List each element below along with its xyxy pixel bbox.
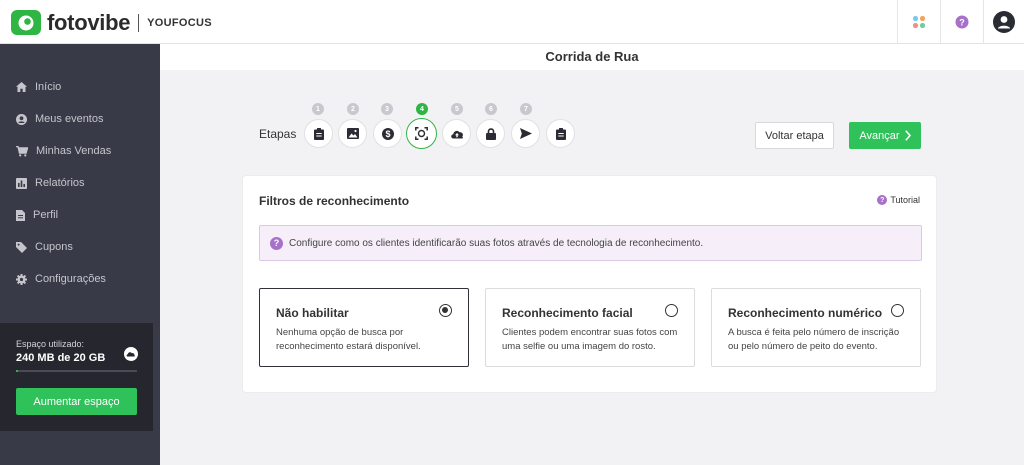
next-step-button[interactable]: Avançar	[849, 122, 921, 149]
cloud-upload-icon	[124, 347, 138, 361]
sidebar-nav: Início Meus eventos Minhas Vendas Relató…	[0, 71, 160, 295]
sidebar-item-label: Configurações	[35, 273, 106, 285]
user-avatar-icon	[993, 11, 1015, 33]
option-facial-recognition[interactable]: Reconhecimento facial Clientes podem enc…	[485, 288, 695, 367]
option-title: Reconhecimento facial	[502, 306, 633, 320]
step-number-6: 6	[485, 103, 497, 115]
profile-doc-icon	[16, 209, 25, 221]
option-description: Nenhuma opção de busca por reconheciment…	[276, 327, 421, 352]
cart-icon	[16, 145, 28, 156]
next-step-label: Avançar	[859, 129, 900, 142]
option-title: Reconhecimento numérico	[728, 306, 883, 320]
clipboard-icon	[313, 127, 324, 140]
image-icon	[346, 128, 359, 139]
info-text: Configure como os clientes identificarão…	[289, 237, 704, 249]
sidebar-item-relatorios[interactable]: Relatórios	[0, 167, 160, 199]
sidebar-item-meus-eventos[interactable]: Meus eventos	[0, 103, 160, 135]
option-title: Não habilitar	[276, 306, 349, 320]
home-icon	[16, 82, 27, 92]
fotovibe-logo-icon	[11, 10, 41, 35]
option-numeric-recognition[interactable]: Reconhecimento numérico A busca é feita …	[711, 288, 921, 367]
svg-text:$: $	[385, 129, 390, 139]
face-scan-icon	[415, 127, 428, 140]
step-5-button[interactable]	[442, 119, 471, 148]
tag-icon	[16, 241, 27, 253]
option-description: Clientes podem encontrar suas fotos com …	[502, 327, 678, 352]
sidebar-item-inicio[interactable]: Início	[0, 71, 160, 103]
sidebar-item-configuracoes[interactable]: Configurações	[0, 263, 160, 295]
page-title: Corrida de Rua	[160, 44, 1024, 70]
chart-icon	[16, 177, 27, 189]
step-8-button[interactable]	[546, 119, 575, 148]
gear-icon	[16, 273, 27, 285]
steps-label: Etapas	[259, 127, 297, 141]
user-circle-icon	[16, 113, 27, 125]
tutorial-link[interactable]: ? Tutorial	[877, 195, 920, 205]
info-banner: ? Configure como os clientes identificar…	[259, 225, 922, 261]
apps-button[interactable]	[897, 0, 940, 44]
lock-icon	[485, 127, 496, 140]
brand-logo[interactable]: fotovibe YOUFOCUS	[11, 10, 212, 35]
increase-storage-button[interactable]: Aumentar espaço	[16, 388, 137, 415]
sidebar-item-perfil[interactable]: Perfil	[0, 199, 160, 231]
step-1-button[interactable]	[304, 119, 333, 148]
option-no-recognition[interactable]: Não habilitar Nenhuma opção de busca por…	[259, 288, 469, 367]
sidebar: Início Meus eventos Minhas Vendas Relató…	[0, 44, 160, 465]
storage-value: 240 MB de 20 GB	[16, 352, 106, 364]
step-2-button[interactable]	[338, 119, 367, 148]
sidebar-item-cupons[interactable]: Cupons	[0, 231, 160, 263]
recognition-filters-card: Filtros de reconhecimento ? Tutorial ? C…	[242, 175, 937, 393]
storage-panel: Espaço utilizado: 240 MB de 20 GB Aument…	[0, 323, 153, 431]
step-number-1: 1	[312, 103, 324, 115]
step-number-3: 3	[381, 103, 393, 115]
option-radio-facial[interactable]	[665, 304, 678, 317]
option-description: A busca é feita pelo número de inscrição…	[728, 327, 900, 352]
brand-divider	[138, 13, 140, 32]
help-icon: ?	[955, 15, 969, 29]
sidebar-item-label: Minhas Vendas	[36, 145, 112, 157]
user-menu-button[interactable]	[983, 0, 1024, 44]
clipboard-check-icon	[555, 127, 566, 140]
step-number-5: 5	[451, 103, 463, 115]
step-number-2: 2	[347, 103, 359, 115]
sidebar-item-label: Perfil	[33, 209, 59, 221]
step-6-button[interactable]	[476, 119, 505, 148]
dollar-icon: $	[381, 127, 394, 140]
step-3-button[interactable]: $	[373, 119, 402, 148]
sidebar-item-label: Relatórios	[35, 177, 85, 189]
option-radio-no-recognition[interactable]	[439, 304, 452, 317]
sub-brand-name: YOUFOCUS	[147, 16, 212, 29]
back-step-button[interactable]: Voltar etapa	[755, 122, 834, 149]
step-4-button[interactable]	[406, 118, 437, 149]
sidebar-item-minhas-vendas[interactable]: Minhas Vendas	[0, 135, 160, 167]
option-radio-numeric[interactable]	[891, 304, 904, 317]
apps-grid-icon	[912, 15, 926, 29]
step-number-7: 7	[520, 103, 532, 115]
brand-name: fotovibe	[47, 10, 131, 35]
question-icon: ?	[270, 236, 283, 250]
sidebar-item-label: Início	[35, 81, 62, 93]
sidebar-item-label: Meus eventos	[35, 113, 104, 125]
tutorial-label: Tutorial	[890, 195, 920, 205]
help-icon: ?	[877, 195, 888, 205]
sidebar-item-label: Cupons	[35, 241, 73, 253]
step-number-4: 4	[416, 103, 428, 115]
chevron-right-icon	[904, 130, 911, 141]
storage-label: Espaço utilizado:	[16, 339, 85, 349]
storage-progress-fill	[16, 370, 18, 372]
send-icon	[519, 128, 532, 139]
step-7-button[interactable]	[511, 119, 540, 148]
cloud-upload-icon	[450, 130, 463, 138]
top-bar: fotovibe YOUFOCUS ?	[0, 0, 1024, 44]
card-title: Filtros de reconhecimento	[259, 194, 410, 208]
svg-text:?: ?	[959, 17, 965, 27]
help-button[interactable]: ?	[940, 0, 983, 44]
storage-progress-bar	[16, 370, 137, 372]
